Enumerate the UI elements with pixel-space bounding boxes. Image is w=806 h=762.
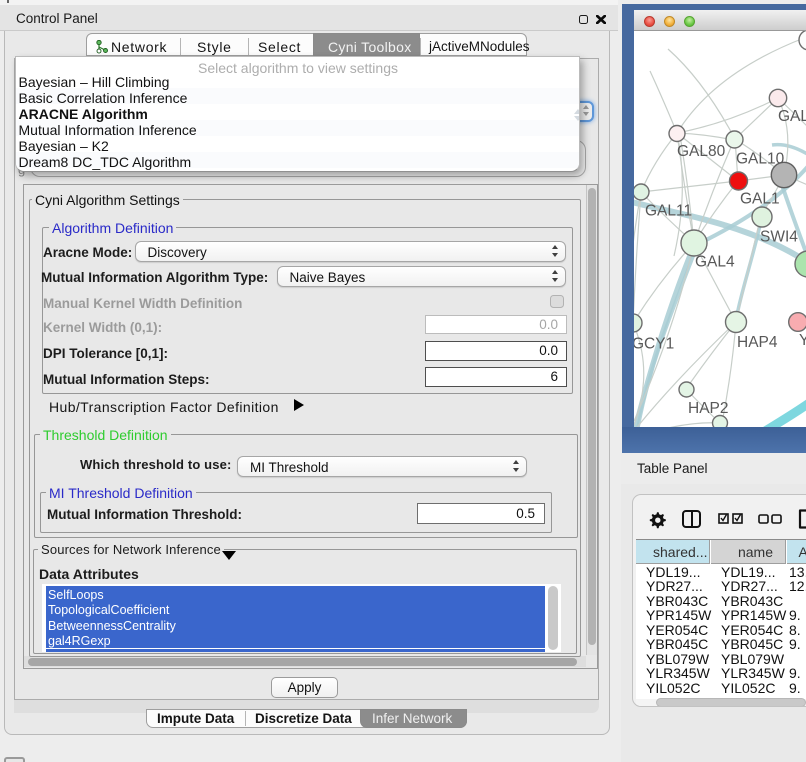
svg-text:HAP2: HAP2 bbox=[688, 400, 729, 417]
svg-text:GAL1: GAL1 bbox=[740, 191, 780, 208]
svg-text:GAL11: GAL11 bbox=[645, 203, 692, 220]
svg-text:GAL7: GAL7 bbox=[778, 108, 806, 125]
svg-text:HAP4: HAP4 bbox=[737, 334, 778, 351]
svg-text:GAL4: GAL4 bbox=[695, 254, 735, 271]
svg-text:GCY1: GCY1 bbox=[634, 336, 674, 353]
svg-text:SWI4: SWI4 bbox=[760, 229, 798, 246]
svg-text:GAL10: GAL10 bbox=[736, 151, 785, 168]
svg-text:GAL80: GAL80 bbox=[677, 143, 726, 160]
svg-text:Y: Y bbox=[799, 332, 806, 349]
